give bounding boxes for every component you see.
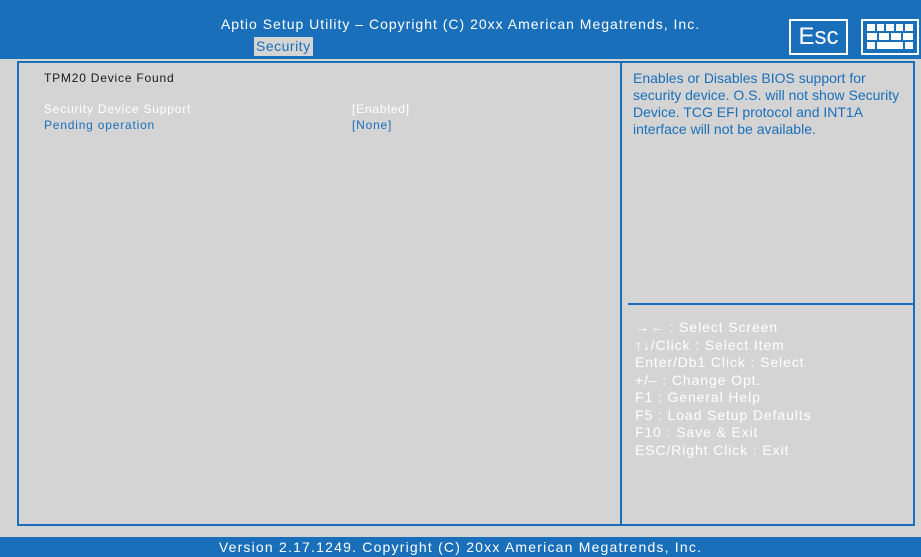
key-hint-select-screen: →← : Select Screen: [635, 319, 779, 335]
option-value-security-device-support[interactable]: [Enabled]: [352, 102, 410, 116]
app-title: Aptio Setup Utility – Copyright (C) 20xx…: [220, 16, 701, 32]
key-legend: →← : Select Screen ↑↓/Click : Select Ite…: [635, 319, 915, 459]
key-hint-select: Enter/Db1 Click : Select: [635, 354, 805, 370]
version-footer: Version 2.17.1249. Copyright (C) 20xx Am…: [0, 537, 921, 557]
key-hint-save-exit: F10 : Save & Exit: [635, 424, 759, 440]
key-hint-general-help: F1 : General Help: [635, 389, 761, 405]
help-divider: [628, 303, 915, 305]
option-value-pending-operation[interactable]: [None]: [352, 118, 392, 132]
tab-security[interactable]: Security: [254, 37, 313, 56]
panel-divider: [620, 61, 622, 526]
option-label-security-device-support[interactable]: Security Device Support: [44, 102, 191, 116]
key-hint-select-item: ↑↓/Click : Select Item: [635, 336, 785, 353]
tpm-status-heading: TPM20 Device Found: [44, 71, 175, 85]
key-hint-exit: ESC/Right Click : Exit: [635, 441, 790, 458]
key-hint-change-opt: +/– : Change Opt.: [635, 371, 762, 388]
esc-button[interactable]: Esc: [789, 19, 848, 55]
header-bar: Aptio Setup Utility – Copyright (C) 20xx…: [0, 0, 921, 59]
settings-panel: TPM20 Device Found: [44, 71, 174, 85]
option-label-pending-operation[interactable]: Pending operation: [44, 118, 155, 132]
help-text: Enables or Disables BIOS support for sec…: [633, 70, 900, 137]
keyboard-icon[interactable]: [861, 19, 919, 55]
key-hint-load-defaults: F5 : Load Setup Defaults: [635, 406, 812, 423]
